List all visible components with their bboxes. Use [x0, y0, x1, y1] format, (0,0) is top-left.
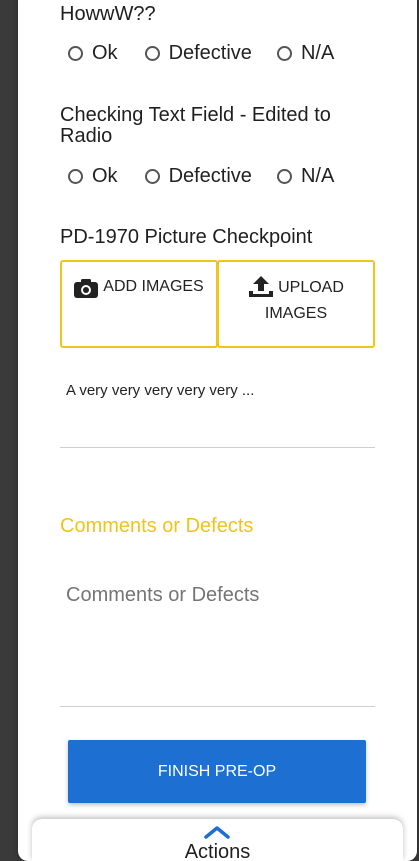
divider	[60, 447, 375, 448]
radio-label: Defective	[168, 42, 252, 64]
radio-circle[interactable]	[68, 46, 83, 61]
radio-label: Ok	[92, 42, 118, 64]
comments-section-title: Comments or Defects	[60, 515, 254, 537]
radio-option-ok-2[interactable]: Ok	[68, 165, 118, 188]
upload-images-button[interactable]: UPLOAD IMAGES	[217, 260, 375, 348]
form-card: HowwW?? Ok Defective N/A Checking Text F…	[18, 0, 417, 861]
radio-group-2: Ok Defective N/A	[68, 165, 334, 188]
question-title-2: Checking Text Field - Edited to Radio	[60, 104, 331, 147]
text-answer: A very very very very very ...	[66, 382, 255, 399]
radio-circle[interactable]	[68, 169, 83, 184]
actions-label: Actions	[184, 841, 251, 861]
picture-checkpoint-title: PD-1970 Picture Checkpoint	[60, 226, 313, 248]
radio-option-na-2[interactable]: N/A	[276, 165, 335, 188]
divider	[60, 706, 375, 707]
comments-input[interactable]	[66, 584, 366, 607]
upload-icon	[249, 276, 274, 297]
radio-label: N/A	[300, 165, 335, 187]
add-images-button[interactable]: ADD IMAGES	[60, 260, 218, 348]
finish-pre-op-button[interactable]: FINISH PRE-OP	[68, 740, 366, 803]
question-title-1: HowwW??	[60, 3, 156, 25]
radio-label: Ok	[92, 165, 118, 187]
add-images-label: ADD IMAGES	[103, 278, 204, 295]
radio-option-defective-1[interactable]: Defective	[144, 42, 252, 65]
actions-drawer[interactable]: Actions	[32, 819, 403, 861]
radio-label: Defective	[168, 165, 252, 187]
upload-images-label-line1: UPLOAD	[278, 279, 344, 296]
chevron-up-icon[interactable]	[204, 825, 230, 839]
radio-label: N/A	[300, 42, 335, 64]
radio-circle[interactable]	[276, 169, 292, 184]
radio-option-ok-1[interactable]: Ok	[68, 42, 118, 65]
radio-option-defective-2[interactable]: Defective	[144, 165, 252, 188]
radio-option-na-1[interactable]: N/A	[276, 42, 335, 65]
camera-icon	[74, 279, 99, 298]
radio-circle[interactable]	[144, 46, 160, 61]
radio-circle[interactable]	[144, 169, 160, 184]
radio-group-1: Ok Defective N/A	[68, 42, 334, 65]
upload-images-label-line2: IMAGES	[264, 305, 328, 322]
radio-circle[interactable]	[276, 46, 292, 61]
